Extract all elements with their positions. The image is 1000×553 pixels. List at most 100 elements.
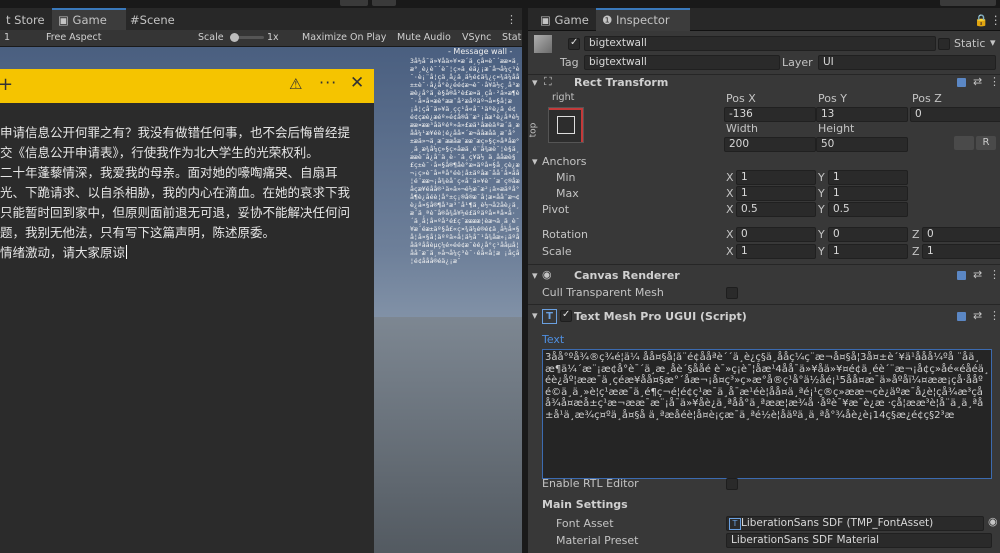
tab-game[interactable]: ▣ Game xyxy=(52,8,126,32)
object-name-field[interactable]: bigtextwall xyxy=(584,36,936,51)
scale-value: 1x xyxy=(267,32,279,43)
tab-game-2[interactable]: ▣ Game xyxy=(534,10,595,30)
anchor-max-y-field[interactable]: 1 xyxy=(828,186,908,201)
close-icon[interactable]: ✕ xyxy=(350,73,364,93)
game-toolbar: 1 Free Aspect Scale 1x Maximize On Play … xyxy=(0,30,522,47)
tab-label: Scene xyxy=(139,13,175,27)
vsync-toggle[interactable]: VSync xyxy=(462,30,491,46)
tmp-enabled-checkbox[interactable] xyxy=(560,310,572,322)
blueprint-button[interactable] xyxy=(954,136,974,150)
foldout-arrow-icon[interactable]: ▾ xyxy=(532,155,538,168)
pos-x-field[interactable]: -136 xyxy=(724,107,816,122)
canvas-renderer-title[interactable]: Canvas Renderer xyxy=(574,269,680,282)
pos-z-label: Pos Z xyxy=(912,92,942,105)
left-tab-bar: t Store ▣ Game #Scene ⋮ xyxy=(0,8,523,32)
context-menu-icon[interactable]: ⋮ xyxy=(989,75,1000,88)
display-select[interactable]: 1 xyxy=(4,30,10,46)
material-preset-label: Material Preset xyxy=(556,534,639,547)
plus-icon[interactable]: + xyxy=(0,74,13,95)
anchor-preset-button[interactable] xyxy=(548,107,584,143)
rotation-y-field[interactable]: 0 xyxy=(828,227,908,242)
preset-icon[interactable]: ⇄ xyxy=(973,268,982,281)
tag-label: Tag xyxy=(560,56,579,69)
game-view[interactable]: + ⚠ ··· ✕ 申请信息公开何罪之有？我没有做错任何事，也不会后悔曾经提交《… xyxy=(0,47,522,553)
mute-audio-toggle[interactable]: Mute Audio xyxy=(397,30,451,46)
tab-label: Game xyxy=(72,13,107,27)
toolbar-button[interactable] xyxy=(340,0,368,6)
y-label: Y xyxy=(818,228,825,241)
stats-toggle[interactable]: Stat xyxy=(502,30,521,46)
inspector-panel: bigtextwall Static ▾ Tag bigtextwall Lay… xyxy=(528,31,1000,553)
rotation-x-field[interactable]: 0 xyxy=(736,227,816,242)
material-preset-dropdown[interactable]: LiberationSans SDF Material xyxy=(726,533,992,548)
foldout-arrow-icon[interactable]: ▾ xyxy=(532,309,538,322)
grid-icon: # xyxy=(130,13,140,27)
y-label: Y xyxy=(818,171,825,184)
anchors-label[interactable]: Anchors xyxy=(542,155,587,168)
anchor-min-y-field[interactable]: 1 xyxy=(828,170,908,185)
gameobject-cube-icon xyxy=(534,35,552,53)
more-icon[interactable]: ··· xyxy=(319,73,337,92)
rect-transform-title[interactable]: Rect Transform xyxy=(574,76,668,89)
object-picker-icon[interactable]: ◉ xyxy=(988,515,998,528)
info-icon: ❶ xyxy=(602,13,616,27)
preset-icon[interactable]: ⇄ xyxy=(973,75,982,88)
anchor-max-label: Max xyxy=(556,187,579,200)
anchor-preset-edge xyxy=(581,108,583,142)
tag-dropdown[interactable]: bigtextwall xyxy=(584,55,780,70)
pos-y-field[interactable]: 13 xyxy=(816,107,908,122)
scale-x-field[interactable]: 1 xyxy=(736,244,816,259)
rtl-editor-checkbox[interactable] xyxy=(726,478,738,490)
scale-y-field[interactable]: 1 xyxy=(828,244,908,259)
help-icon[interactable] xyxy=(957,78,966,87)
cull-transparent-mesh-label: Cull Transparent Mesh xyxy=(542,286,664,299)
dialog-text-body[interactable]: 申请信息公开何罪之有？我没有做错任何事，也不会后悔曾经提交《信息公开申请表》，行… xyxy=(0,123,370,263)
dialog-paragraph: 情绪激动，请大家原谅 xyxy=(0,243,370,263)
active-checkbox[interactable] xyxy=(568,38,580,50)
separator xyxy=(528,264,1000,265)
rotation-z-field[interactable]: 0 xyxy=(922,227,1000,242)
anchor-preset-edge xyxy=(549,108,583,110)
pos-z-field[interactable]: 0 xyxy=(910,107,1000,122)
context-menu-icon[interactable]: ⋮ xyxy=(989,309,1000,322)
static-checkbox[interactable] xyxy=(938,38,950,50)
tab-label: t Store xyxy=(6,13,45,27)
layout-dropdown[interactable] xyxy=(940,0,996,6)
tab-menu-icon[interactable]: ⋮ xyxy=(984,10,1000,30)
text-dialog: + ⚠ ··· ✕ 申请信息公开何罪之有？我没有做错任何事，也不会后悔曾经提交《… xyxy=(0,69,374,553)
warning-icon[interactable]: ⚠ xyxy=(289,75,302,93)
tab-label: Game xyxy=(554,13,589,27)
pos-x-label: Pos X xyxy=(726,92,756,105)
layer-dropdown[interactable]: UI xyxy=(818,55,996,70)
layer-label: Layer xyxy=(782,56,813,69)
height-field[interactable]: 50 xyxy=(816,137,908,152)
pivot-y-field[interactable]: 0.5 xyxy=(828,202,908,217)
anchor-min-x-field[interactable]: 1 xyxy=(736,170,816,185)
aspect-select[interactable]: Free Aspect xyxy=(46,30,101,46)
tab-menu-icon[interactable]: ⋮ xyxy=(500,10,523,30)
right-tab-bar: ▣ Game ❶ Inspector 🔒 ⋮ xyxy=(528,8,1000,32)
tmp-title[interactable]: Text Mesh Pro UGUI (Script) xyxy=(574,310,747,323)
foldout-arrow-icon[interactable]: ▾ xyxy=(532,76,538,89)
static-dropdown-icon[interactable]: ▾ xyxy=(990,36,996,49)
scale-z-field[interactable]: 1 xyxy=(922,244,1000,259)
font-asset-field[interactable]: LiberationSans SDF (TMP_FontAsset) xyxy=(726,516,984,531)
static-label: Static xyxy=(954,37,986,50)
pivot-x-field[interactable]: 0.5 xyxy=(736,202,816,217)
tab-asset-store[interactable]: t Store xyxy=(0,10,51,30)
maximize-on-play-toggle[interactable]: Maximize On Play xyxy=(302,30,386,46)
anchor-max-x-field[interactable]: 1 xyxy=(736,186,816,201)
tab-scene[interactable]: #Scene xyxy=(124,10,181,30)
foldout-arrow-icon[interactable]: ▾ xyxy=(532,269,538,282)
context-menu-icon[interactable]: ⋮ xyxy=(989,268,1000,281)
cull-transparent-mesh-checkbox[interactable] xyxy=(726,287,738,299)
toolbar-button[interactable] xyxy=(372,0,396,6)
scale-slider-thumb[interactable] xyxy=(230,33,239,42)
help-icon[interactable] xyxy=(957,271,966,280)
help-icon[interactable] xyxy=(957,312,966,321)
raw-edit-button[interactable]: R xyxy=(976,136,996,150)
text-input-area[interactable]: 3åå°ºå¾®ç¾é¦ä¼ åå¤§å­¦ã¨é¢ååªè´´ä¸è¿ç§ä¸… xyxy=(542,349,992,479)
width-field[interactable]: 200 xyxy=(724,137,816,152)
tab-inspector[interactable]: ❶ Inspector xyxy=(596,8,690,32)
preset-icon[interactable]: ⇄ xyxy=(973,309,982,322)
